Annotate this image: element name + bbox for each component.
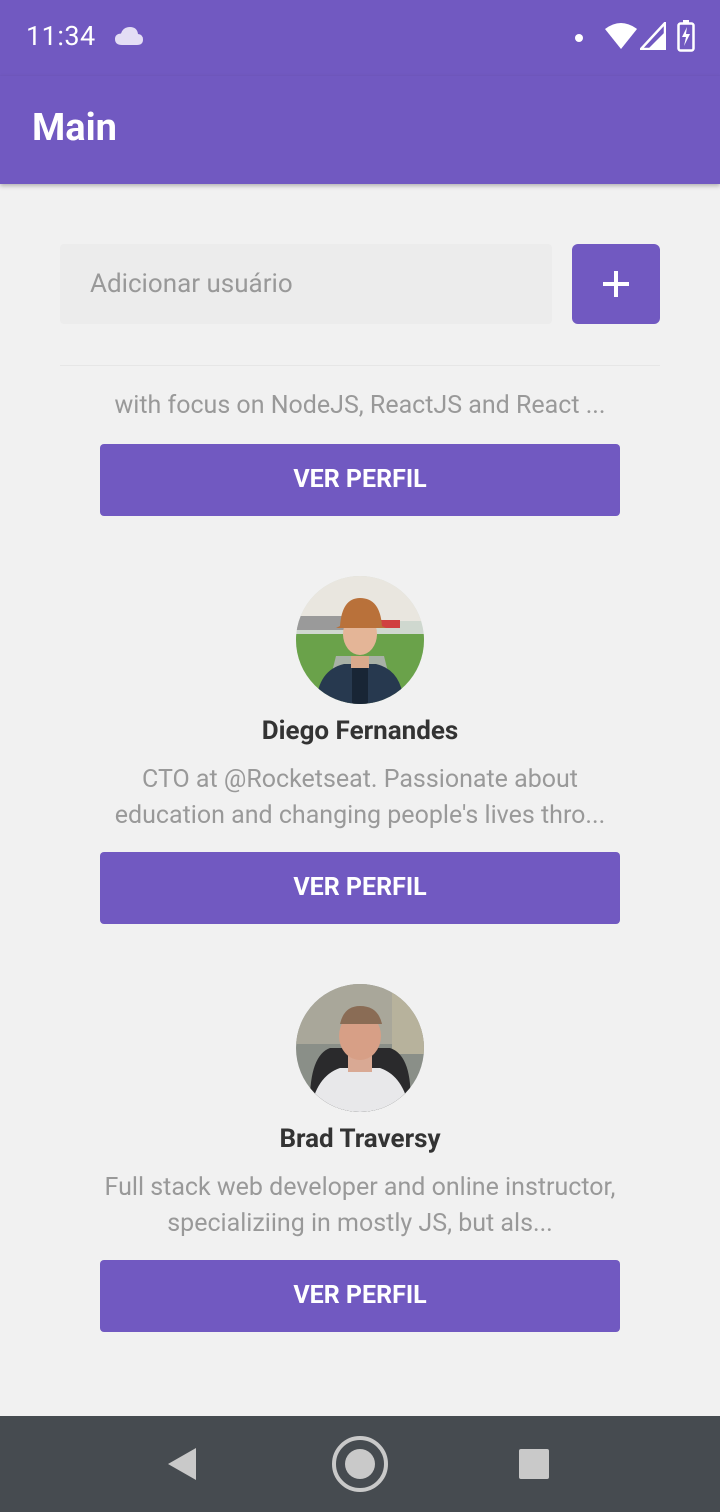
user-name: Brad Traversy <box>279 1124 441 1154</box>
signal-icon <box>640 22 666 50</box>
recent-apps-icon[interactable] <box>519 1449 549 1479</box>
notification-dot-icon <box>575 34 583 42</box>
user-name: Diego Fernandes <box>261 716 459 746</box>
view-profile-button[interactable]: VER PERFIL <box>100 444 620 516</box>
back-icon[interactable] <box>164 1446 200 1482</box>
user-list[interactable]: with focus on NodeJS, ReactJS and React … <box>0 366 720 1416</box>
view-profile-button[interactable]: VER PERFIL <box>100 1260 620 1332</box>
home-icon[interactable] <box>330 1434 390 1494</box>
user-bio: Full stack web developer and online inst… <box>104 1173 616 1238</box>
cloud-icon <box>115 27 143 45</box>
avatar <box>296 984 424 1112</box>
add-user-input[interactable] <box>60 244 552 324</box>
status-bar: 11:34 <box>0 0 720 76</box>
app-bar: Main <box>0 76 720 184</box>
avatar <box>296 576 424 704</box>
page-title: Main <box>32 106 117 150</box>
navigation-bar <box>0 1416 720 1512</box>
battery-charging-icon <box>677 20 695 52</box>
view-profile-button[interactable]: VER PERFIL <box>100 852 620 924</box>
wifi-icon <box>605 23 637 49</box>
user-bio: CTO at @Rocketseat. Passionate about edu… <box>114 765 606 830</box>
add-user-button[interactable] <box>572 244 660 324</box>
plus-icon <box>603 271 629 297</box>
status-time: 11:34 <box>26 20 96 52</box>
user-bio: with focus on NodeJS, ReactJS and React … <box>114 391 606 420</box>
app-screen: 11:34 Main with focus on NodeJS, <box>0 0 720 1512</box>
